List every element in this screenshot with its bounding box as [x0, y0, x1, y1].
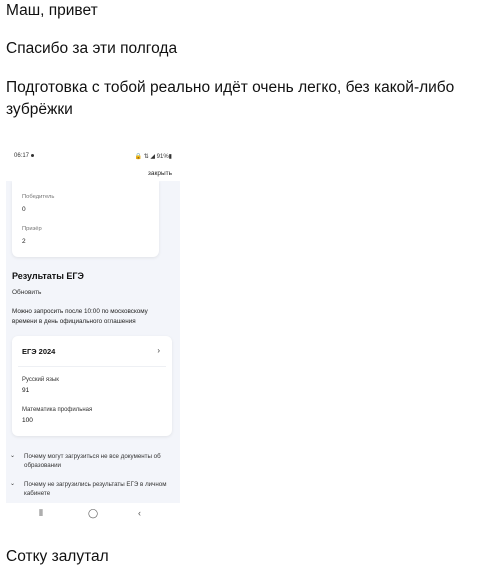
faq-question[interactable]: Почему могут загрузиться не все документ…: [24, 452, 174, 471]
faq-item[interactable]: ⌄ Почему могут загрузиться не все докуме…: [10, 452, 176, 472]
divider: [18, 366, 166, 367]
ege-card[interactable]: ЕГЭ 2024 › Русский язык 91 Математика пр…: [12, 336, 172, 436]
prize-label: Призёр: [22, 226, 42, 232]
ege-note: Можно запросить после 10:00 по московско…: [12, 308, 148, 325]
recent-apps-icon[interactable]: ⦀: [39, 508, 43, 519]
app-content[interactable]: Победитель 0 Призёр 2 Результаты ЕГЭ Обн…: [6, 181, 180, 503]
chat-message: Маш, привет: [6, 2, 98, 19]
subject-name: Русский язык: [22, 377, 59, 383]
status-bar: 06:17 🔒 ⇅ ◢ 91%▮: [6, 147, 180, 165]
prize-value: 2: [22, 238, 26, 245]
faq-item[interactable]: ⌄ Почему не загрузились результаты ЕГЭ в…: [10, 480, 176, 500]
subject-score: 91: [22, 387, 30, 394]
status-icons: 🔒 ⇅ ◢ 91%▮: [134, 154, 172, 160]
close-button[interactable]: закрыть: [148, 170, 172, 177]
notification-icon: [31, 153, 35, 157]
status-time: 06:17: [14, 153, 35, 159]
olympiad-card: Победитель 0 Призёр 2: [12, 181, 159, 257]
subject-name: Математика профильная: [22, 407, 93, 413]
chevron-right-icon[interactable]: ›: [157, 346, 160, 355]
winner-value: 0: [22, 206, 26, 213]
phone-screenshot[interactable]: 06:17 🔒 ⇅ ◢ 91%▮ закрыть Победитель 0 Пр…: [6, 147, 180, 525]
chat-message: Подготовка с тобой реально идёт очень ле…: [6, 79, 455, 118]
home-icon[interactable]: ◯: [88, 508, 98, 519]
refresh-link[interactable]: Обновить: [12, 289, 41, 296]
ege-section-title: Результаты ЕГЭ: [12, 271, 84, 281]
ege-card-title: ЕГЭ 2024: [22, 347, 56, 356]
subject-score: 100: [22, 417, 33, 424]
android-nav-bar: ⦀ ◯ ‹: [6, 503, 180, 525]
chat-message: Спасибо за эти полгода: [6, 40, 178, 57]
faq-question[interactable]: Почему не загрузились результаты ЕГЭ в л…: [24, 480, 174, 499]
chat-message: Сотку залутал: [6, 548, 109, 565]
chevron-down-icon: ⌄: [10, 453, 16, 459]
back-icon[interactable]: ‹: [138, 508, 141, 518]
chevron-down-icon: ⌄: [10, 481, 16, 487]
winner-label: Победитель: [22, 194, 55, 200]
